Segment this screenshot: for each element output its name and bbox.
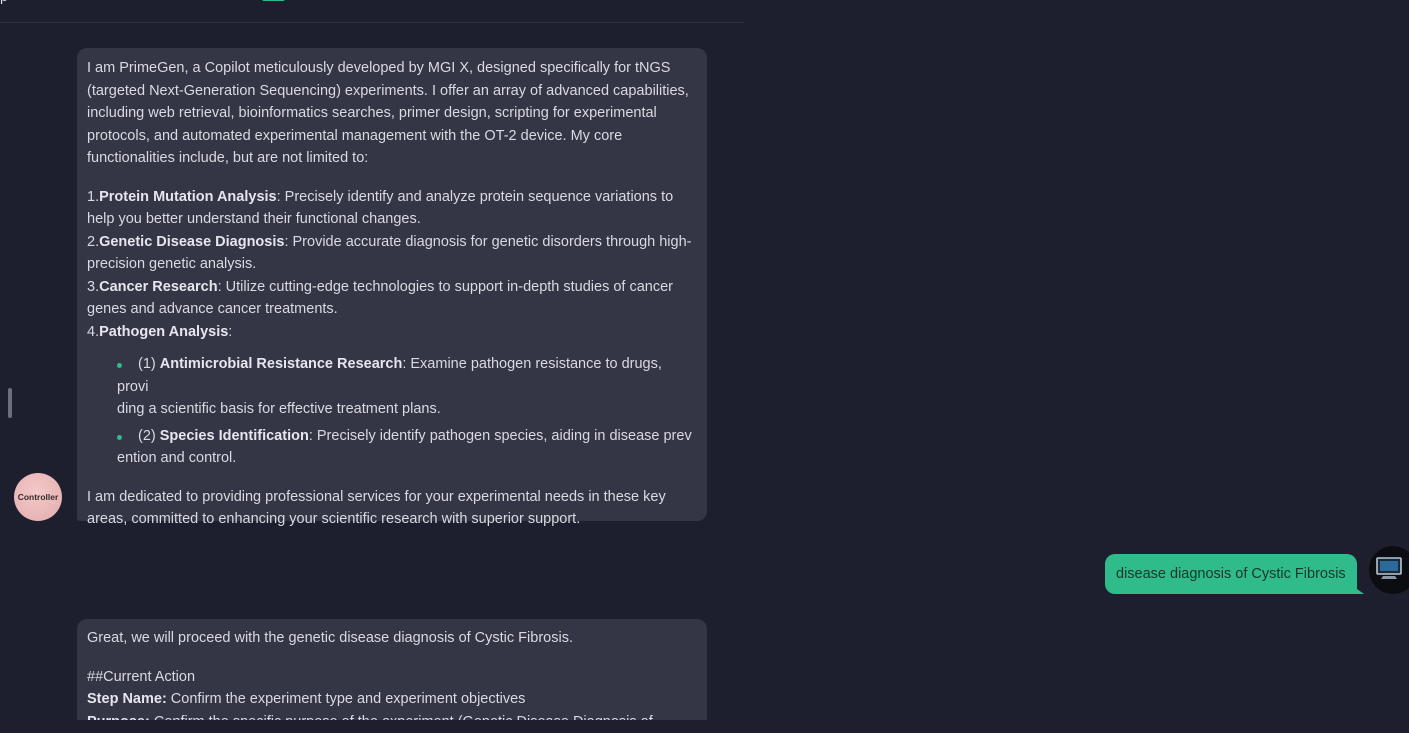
bottom-edge: [0, 720, 1409, 733]
capability-title: Cancer Research: [99, 278, 218, 295]
bubble-tail: [1350, 584, 1364, 594]
capability-title: Pathogen Analysis: [99, 323, 229, 340]
capability-item: 2.Genetic Disease Diagnosis: Provide acc…: [87, 233, 692, 273]
message-intro: Great, we will proceed with the genetic …: [87, 630, 573, 646]
user-message-bubble: disease diagnosis of Cystic Fibrosis: [1105, 554, 1357, 594]
capability-item: 3.Cancer Research: Utilize cutting-edge …: [87, 278, 673, 318]
sub-item-title: Antimicrobial Resistance Research: [159, 356, 403, 372]
sub-item-title: Species Identification: [159, 427, 309, 444]
assistant-message-bubble: I am PrimeGen, a Copilot meticulously de…: [77, 48, 707, 527]
capability-item: 4.Pathogen Analysis:: [87, 323, 233, 340]
capability-item: 1.Protein Mutation Analysis: Precisely i…: [87, 188, 674, 228]
step-value: Confirm the experiment type and experime…: [166, 691, 526, 707]
user-message-text: disease diagnosis of Cystic Fibrosis: [1116, 566, 1346, 582]
avatar[interactable]: Controller: [14, 473, 62, 521]
header-tag[interactable]: [262, 0, 285, 1]
list-item: (2) Species Identification: Precisely id…: [117, 427, 692, 466]
assistant-message-bubble: Great, we will proceed with the genetic …: [77, 619, 707, 733]
header-fragment: p: [0, 0, 8, 4]
section-heading: ##Current Action: [87, 668, 196, 685]
list-item: (1) Antimicrobial Resistance Research: E…: [117, 356, 662, 417]
pathogen-sub-list: (1) Antimicrobial Resistance Research: E…: [87, 353, 697, 470]
step-label: Step Name:: [87, 691, 167, 707]
message-intro: I am PrimeGen, a Copilot meticulously de…: [87, 60, 689, 166]
chat-app: p I am PrimeGen, a Copilot meticulously …: [0, 0, 1409, 733]
capabilities-list: 1.Protein Mutation Analysis: Precisely i…: [87, 186, 697, 344]
avatar-label: Controller: [17, 492, 59, 502]
user-avatar[interactable]: [1369, 546, 1409, 594]
bullet-icon: [117, 363, 122, 368]
bullet-icon: [117, 434, 122, 440]
monitor-icon: [1376, 557, 1402, 579]
resize-handle[interactable]: [8, 388, 12, 418]
message-closing: I am dedicated to providing professional…: [87, 488, 666, 528]
capability-title: Genetic Disease Diagnosis: [99, 233, 285, 250]
capability-title: Protein Mutation Analysis: [99, 188, 277, 205]
header-fragment-text: p: [0, 0, 8, 4]
header-divider: [0, 22, 745, 23]
